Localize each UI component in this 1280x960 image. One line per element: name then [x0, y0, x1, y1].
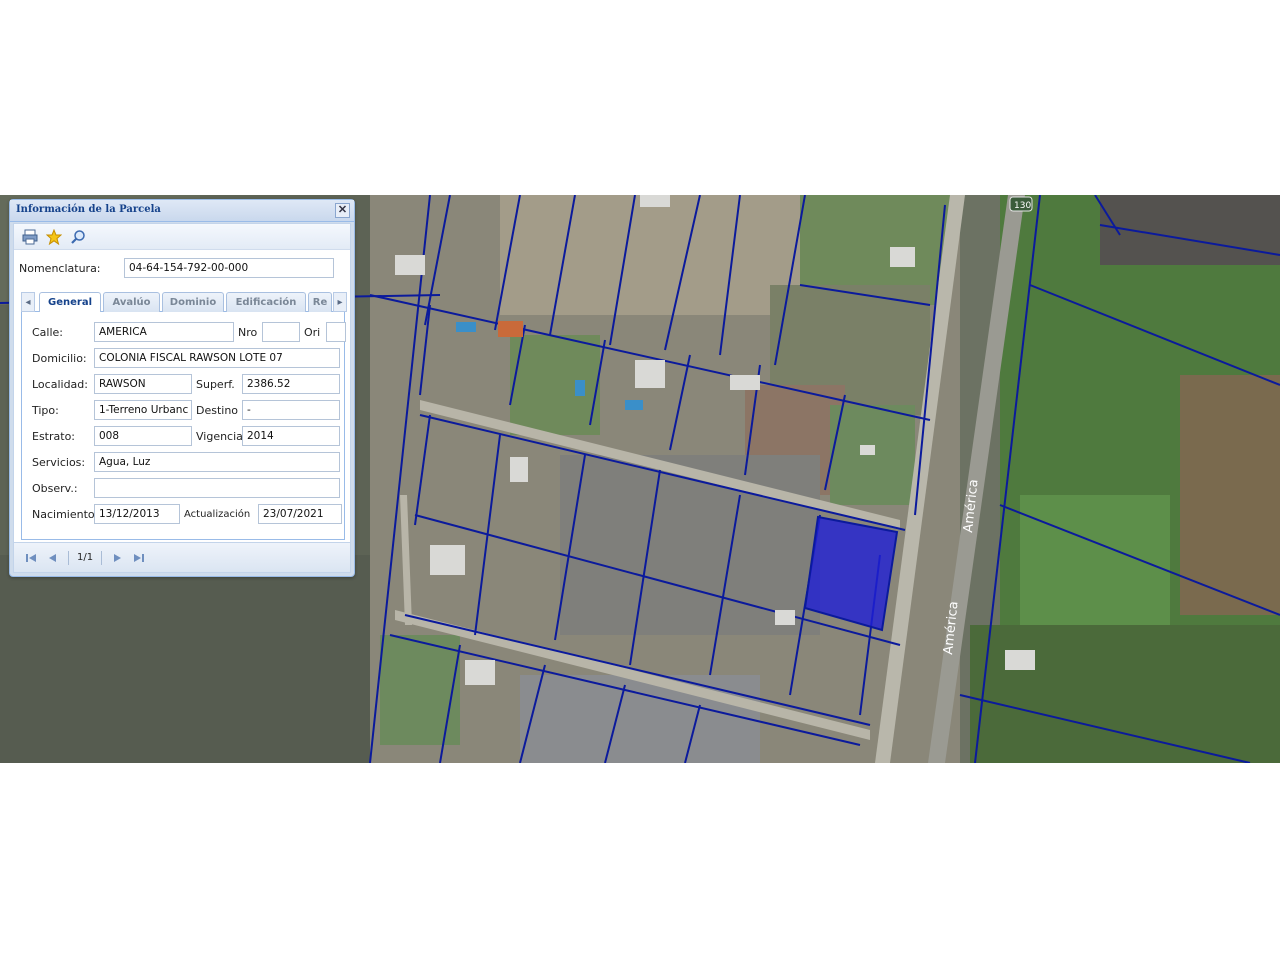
tab-dominio[interactable]: Dominio	[162, 292, 224, 312]
calle-field[interactable]: AMERICA	[94, 322, 234, 342]
page: América América 130 Información de la Pa…	[0, 0, 1280, 960]
hazy-lots	[560, 455, 820, 635]
route-badge-label: 130	[1014, 201, 1031, 211]
general-panel: Calle: AMERICA Nro Ori Domicilio: COLONI…	[21, 312, 346, 540]
nomenclatura-label: Nomenclatura:	[19, 261, 101, 275]
tab-edificacion[interactable]: Edificación	[226, 292, 306, 312]
domicilio-label: Domicilio:	[32, 351, 87, 365]
zoom-icon[interactable]	[68, 227, 88, 247]
nacimiento-field[interactable]: 13/12/2013	[94, 504, 180, 524]
green-lot-southwest	[380, 635, 460, 745]
nro-field[interactable]	[262, 322, 300, 342]
nacimiento-label: Nacimiento:	[32, 507, 99, 521]
superf-field[interactable]: 2386.52	[242, 374, 340, 394]
trees-southeast	[970, 625, 1280, 763]
actualizacion-label: Actualización	[184, 508, 251, 520]
toolbar	[14, 224, 350, 250]
print-icon[interactable]	[20, 227, 40, 247]
observ-field[interactable]	[94, 478, 340, 498]
lots-north	[500, 195, 800, 315]
calle-label: Calle:	[32, 325, 64, 339]
destino-label: Destino	[196, 403, 239, 417]
roof-red	[498, 321, 523, 337]
nro-label: Nro	[238, 325, 258, 339]
window-body: Nomenclatura: 04-64-154-792-00-000 ◂ Gen…	[13, 223, 351, 573]
fechas-row: Nacimiento: 13/12/2013 Actualización 23/…	[32, 504, 342, 524]
servicios-label: Servicios:	[32, 455, 86, 469]
ori-field[interactable]	[326, 322, 346, 342]
tab-scroll-left-icon[interactable]: ◂	[21, 292, 35, 312]
green-lot-center	[510, 335, 600, 435]
pool	[625, 400, 643, 410]
superf-label: Superf.	[196, 377, 235, 391]
tab-general[interactable]: General	[39, 292, 101, 313]
servicios-row: Servicios: Agua, Luz	[32, 452, 340, 472]
next-page-icon[interactable]	[110, 551, 124, 565]
localidad-row: Localidad: RAWSON Superf. 2386.52	[32, 374, 340, 394]
localidad-label: Localidad:	[32, 377, 88, 391]
tipo-label: Tipo:	[32, 403, 59, 417]
hazy-lots-south	[520, 675, 760, 763]
servicios-field[interactable]: Agua, Luz	[94, 452, 340, 472]
estrato-field[interactable]: 008	[94, 426, 192, 446]
pager-separator	[101, 550, 103, 565]
localidad-field[interactable]: RAWSON	[94, 374, 192, 394]
brown-field	[1180, 375, 1280, 615]
tab-avaluo[interactable]: Avalúo	[103, 292, 160, 312]
page-count: 1/1	[77, 552, 94, 563]
domicilio-field[interactable]: COLONIA FISCAL RAWSON LOTE 07	[94, 348, 340, 368]
parcel-info-window[interactable]: Información de la Parcela ✕ Nomenclatura…	[9, 199, 355, 577]
pager-separator	[68, 550, 69, 565]
nomenclatura-row: Nomenclatura: 04-64-154-792-00-000	[19, 258, 334, 278]
calle-row: Calle: AMERICA Nro Ori	[32, 322, 346, 342]
actualizacion-field[interactable]: 23/07/2021	[258, 504, 342, 524]
tab-scroll-right-icon[interactable]: ▸	[333, 292, 347, 312]
vigencia-label: Vigencia	[196, 429, 243, 443]
prev-page-icon[interactable]	[46, 551, 60, 565]
ori-label: Ori	[304, 325, 321, 339]
window-title: Información de la Parcela	[16, 204, 161, 215]
estrato-label: Estrato:	[32, 429, 76, 443]
domicilio-row: Domicilio: COLONIA FISCAL RAWSON LOTE 07	[32, 348, 340, 368]
tipo-row: Tipo: 1-Terreno Urbanc Destino -	[32, 400, 340, 420]
close-icon[interactable]: ✕	[335, 203, 350, 218]
first-page-icon[interactable]	[24, 551, 38, 565]
tab-strip: ◂ General Avalúo Dominio Edificación Re …	[21, 290, 347, 313]
observ-row: Observ.:	[32, 478, 340, 498]
pool	[456, 322, 476, 332]
estrato-row: Estrato: 008 Vigencia 2014	[32, 426, 340, 446]
tab-re[interactable]: Re	[308, 292, 332, 312]
window-header[interactable]: Información de la Parcela ✕	[10, 200, 354, 222]
destino-field[interactable]: -	[242, 400, 340, 420]
pool	[575, 380, 585, 396]
last-page-icon[interactable]	[132, 551, 146, 565]
field-west-south	[0, 555, 370, 763]
observ-label: Observ.:	[32, 481, 78, 495]
pager: 1/1	[14, 542, 350, 572]
vigencia-field[interactable]: 2014	[242, 426, 340, 446]
star-icon[interactable]	[44, 227, 64, 247]
nomenclatura-field[interactable]: 04-64-154-792-00-000	[124, 258, 334, 278]
tipo-field[interactable]: 1-Terreno Urbanc	[94, 400, 192, 420]
